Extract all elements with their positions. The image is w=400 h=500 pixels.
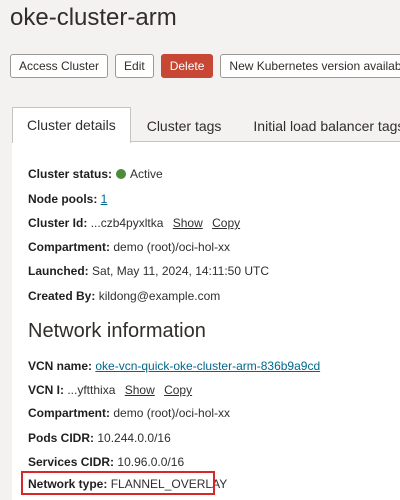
action-toolbar: Access Cluster Edit Delete New Kubernete… <box>10 54 400 78</box>
cluster-id-copy-link[interactable]: Copy <box>212 216 240 230</box>
vcn-id-copy-link[interactable]: Copy <box>164 383 192 397</box>
node-pools-label: Node pools: <box>28 192 98 206</box>
services-cidr-value: 10.96.0.0/16 <box>117 455 185 469</box>
tab-initial-load-balancer-tags[interactable]: Initial load balancer tags <box>237 109 400 143</box>
vcn-id-label: VCN I: <box>28 383 64 397</box>
cluster-id-value: ...czb4pyxltka <box>90 216 164 230</box>
created-by-row: Created By: kildong@example.com <box>28 289 220 303</box>
access-cluster-button[interactable]: Access Cluster <box>10 54 109 78</box>
pods-cidr-row: Pods CIDR: 10.244.0.0/16 <box>28 431 171 445</box>
tab-cluster-details[interactable]: Cluster details <box>12 107 131 143</box>
cluster-status-value: Active <box>130 167 163 181</box>
launched-row: Launched: Sat, May 11, 2024, 14:11:50 UT… <box>28 264 269 278</box>
compartment-value: demo (root)/oci-hol-xx <box>113 240 231 254</box>
delete-button[interactable]: Delete <box>160 54 214 78</box>
tab-bar: Cluster details Cluster tags Initial loa… <box>12 107 400 143</box>
services-cidr-label: Services CIDR: <box>28 455 115 469</box>
created-by-value: kildong@example.com <box>98 289 221 303</box>
compartment-label: Compartment: <box>28 240 111 254</box>
edit-button[interactable]: Edit <box>115 54 154 78</box>
network-compartment-label: Compartment: <box>28 406 111 420</box>
cluster-id-show-link[interactable]: Show <box>173 216 203 230</box>
launched-value: Sat, May 11, 2024, 14:11:50 UTC <box>92 264 270 278</box>
vcn-name-row: VCN name: oke-vcn-quick-oke-cluster-arm-… <box>28 359 320 373</box>
new-kubernetes-version-button[interactable]: New Kubernetes version available <box>220 54 400 78</box>
vcn-id-row: VCN I: ...yftthixa Show Copy <box>28 383 192 397</box>
launched-label: Launched: <box>28 264 89 278</box>
network-compartment-value: demo (root)/oci-hol-xx <box>113 406 231 420</box>
vcn-id-show-link[interactable]: Show <box>125 383 155 397</box>
cluster-status-row: Cluster status: Active <box>28 167 163 181</box>
vcn-name-link[interactable]: oke-vcn-quick-oke-cluster-arm-836b9a9cd <box>95 359 320 373</box>
network-compartment-row: Compartment: demo (root)/oci-hol-xx <box>28 406 230 420</box>
cluster-id-label: Cluster Id: <box>28 216 88 230</box>
page-title: oke-cluster-arm <box>10 4 177 31</box>
tab-cluster-tags[interactable]: Cluster tags <box>131 109 238 143</box>
node-pools-row: Node pools: 1 <box>28 192 107 206</box>
pods-cidr-value: 10.244.0.0/16 <box>97 431 171 445</box>
vcn-id-value: ...yftthixa <box>67 383 116 397</box>
network-information-heading: Network information <box>28 320 206 342</box>
compartment-row: Compartment: demo (root)/oci-hol-xx <box>28 240 230 254</box>
status-active-icon <box>116 169 127 179</box>
pods-cidr-label: Pods CIDR: <box>28 431 94 445</box>
vcn-name-label: VCN name: <box>28 359 93 373</box>
network-type-highlight-box <box>21 471 215 495</box>
services-cidr-row: Services CIDR: 10.96.0.0/16 <box>28 455 184 469</box>
cluster-id-row: Cluster Id: ...czb4pyxltka Show Copy <box>28 216 240 230</box>
created-by-label: Created By: <box>28 289 96 303</box>
cluster-status-label: Cluster status: <box>28 167 113 181</box>
node-pools-link[interactable]: 1 <box>101 192 108 206</box>
